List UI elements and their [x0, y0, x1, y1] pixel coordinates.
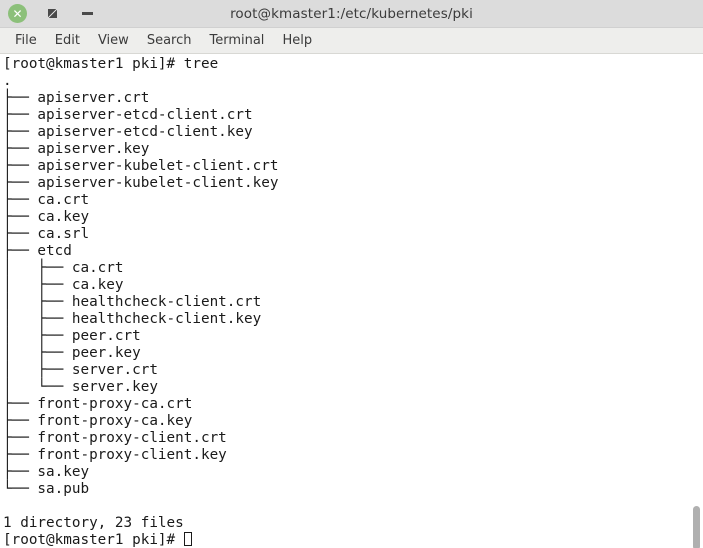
scrollbar[interactable] [689, 54, 703, 548]
minimize-icon [82, 12, 93, 15]
terminal-line: ├── apiserver.crt [3, 90, 687, 107]
terminal-line: ├── front-proxy-client.key [3, 447, 687, 464]
terminal-line: ├── apiserver-etcd-client.crt [3, 107, 687, 124]
terminal-prompt-line: [root@kmaster1 pki]# [3, 532, 687, 548]
menu-item-terminal[interactable]: Terminal [200, 31, 273, 50]
menu-item-view[interactable]: View [89, 31, 138, 50]
minimize-button[interactable] [78, 4, 97, 23]
terminal-line: │ ├── healthcheck-client.key [3, 311, 687, 328]
terminal-area[interactable]: [root@kmaster1 pki]# tree.├── apiserver.… [0, 54, 703, 548]
terminal-line: ├── front-proxy-client.crt [3, 430, 687, 447]
close-button[interactable]: ✕ [8, 4, 27, 23]
terminal-line: [root@kmaster1 pki]# tree [3, 56, 687, 73]
terminal-line: ├── ca.crt [3, 192, 687, 209]
terminal-line: ├── ca.srl [3, 226, 687, 243]
terminal-line: ├── apiserver-kubelet-client.key [3, 175, 687, 192]
terminal-line: │ └── server.key [3, 379, 687, 396]
terminal-line: │ ├── peer.crt [3, 328, 687, 345]
terminal-line: │ ├── peer.key [3, 345, 687, 362]
terminal-line: 1 directory, 23 files [3, 515, 687, 532]
text-cursor [184, 532, 192, 546]
terminal-line: │ ├── healthcheck-client.crt [3, 294, 687, 311]
menubar: File Edit View Search Terminal Help [0, 28, 703, 54]
menu-item-edit[interactable]: Edit [46, 31, 89, 50]
terminal-line [3, 498, 687, 515]
terminal-line: │ ├── ca.crt [3, 260, 687, 277]
close-icon: ✕ [12, 8, 22, 20]
menu-item-search[interactable]: Search [138, 31, 201, 50]
maximize-icon [48, 9, 57, 18]
terminal-line: └── sa.pub [3, 481, 687, 498]
terminal-line: ├── front-proxy-ca.key [3, 413, 687, 430]
terminal-line: ├── sa.key [3, 464, 687, 481]
terminal-window: ✕ root@kmaster1:/etc/kubernetes/pki File… [0, 0, 703, 548]
terminal-line: ├── apiserver.key [3, 141, 687, 158]
scrollbar-thumb[interactable] [693, 506, 700, 548]
menu-item-file[interactable]: File [6, 31, 46, 50]
maximize-button[interactable] [43, 4, 62, 23]
terminal-line: │ ├── ca.key [3, 277, 687, 294]
shell-prompt: [root@kmaster1 pki]# [3, 532, 184, 548]
terminal-line: ├── ca.key [3, 209, 687, 226]
menu-item-help[interactable]: Help [273, 31, 321, 50]
terminal-line: ├── apiserver-kubelet-client.crt [3, 158, 687, 175]
terminal-line: ├── front-proxy-ca.crt [3, 396, 687, 413]
terminal-line: . [3, 73, 687, 90]
terminal-line: ├── etcd [3, 243, 687, 260]
terminal-line: │ ├── server.crt [3, 362, 687, 379]
terminal-line: ├── apiserver-etcd-client.key [3, 124, 687, 141]
titlebar: ✕ root@kmaster1:/etc/kubernetes/pki [0, 0, 703, 28]
terminal-output: [root@kmaster1 pki]# tree.├── apiserver.… [3, 56, 687, 548]
window-controls: ✕ [8, 0, 113, 27]
